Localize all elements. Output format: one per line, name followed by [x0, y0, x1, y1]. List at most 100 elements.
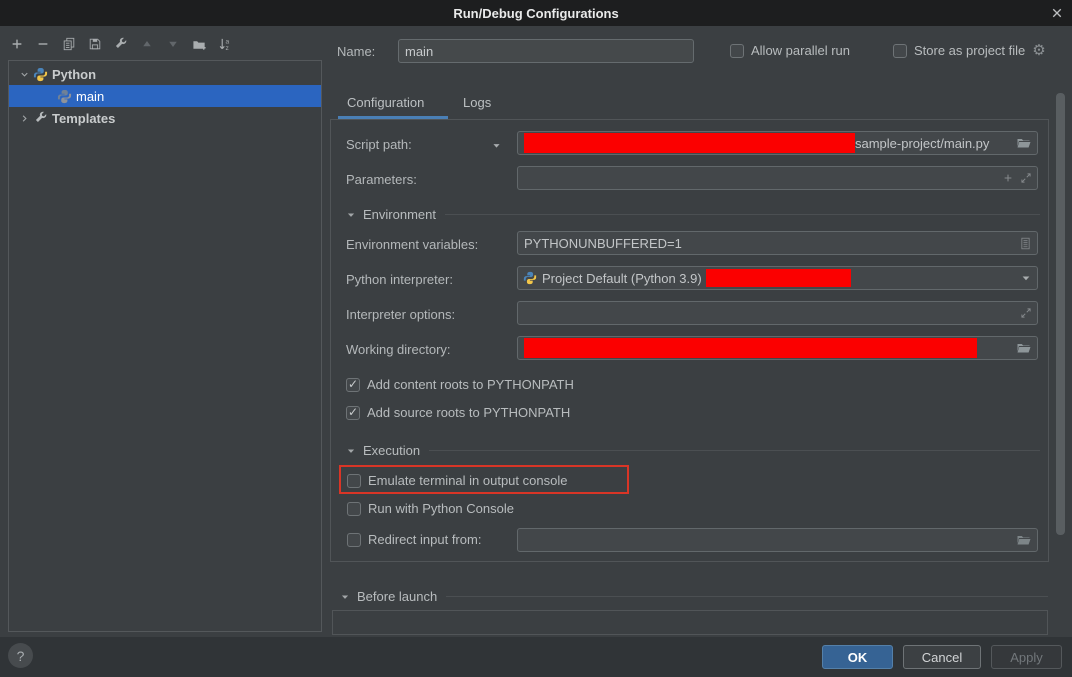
redaction-overlay — [706, 269, 851, 287]
checkbox-checked-icon[interactable] — [346, 378, 360, 392]
expand-field-icon[interactable] — [1020, 172, 1032, 184]
edit-templates-icon[interactable] — [110, 33, 132, 55]
run-with-python-console-checkbox[interactable]: Run with Python Console — [347, 501, 514, 516]
copy-configuration-icon[interactable] — [58, 33, 80, 55]
before-launch-section-header[interactable]: Before launch — [340, 589, 1048, 604]
environment-variables-field[interactable]: PYTHONUNBUFFERED=1 — [517, 231, 1038, 255]
wrench-icon — [33, 111, 48, 126]
redirect-input-label: Redirect input from: — [368, 532, 481, 547]
script-path-field[interactable]: sample-project/main.py — [517, 131, 1038, 155]
python-logo-icon — [523, 271, 537, 285]
help-icon: ? — [17, 648, 25, 664]
working-directory-label: Working directory: — [346, 342, 451, 357]
browse-folder-icon[interactable] — [1016, 340, 1032, 356]
parameters-label: Parameters: — [346, 172, 417, 187]
add-macro-icon[interactable] — [1002, 172, 1014, 184]
cancel-button[interactable]: Cancel — [903, 645, 981, 669]
checkbox-icon[interactable] — [893, 44, 907, 58]
add-configuration-icon[interactable] — [6, 33, 28, 55]
tree-item-main[interactable]: main — [9, 85, 321, 107]
svg-text:z: z — [225, 45, 228, 52]
tab-logs[interactable]: Logs — [463, 95, 491, 110]
allow-parallel-run-checkbox[interactable]: Allow parallel run — [730, 43, 850, 58]
expand-field-icon[interactable] — [1020, 307, 1032, 319]
redaction-overlay — [524, 338, 977, 358]
section-collapse-icon[interactable] — [346, 209, 358, 221]
name-label: Name: — [337, 44, 375, 59]
section-title: Before launch — [357, 589, 437, 604]
before-launch-list-panel — [332, 610, 1048, 635]
checkbox-checked-icon[interactable] — [346, 406, 360, 420]
dialog-title: Run/Debug Configurations — [453, 6, 618, 21]
script-path-dropdown-icon[interactable] — [491, 140, 502, 151]
working-directory-field[interactable] — [517, 336, 1038, 360]
environment-variables-label: Environment variables: — [346, 237, 478, 252]
section-title: Environment — [363, 207, 436, 222]
chevron-down-icon[interactable] — [17, 67, 31, 81]
checkbox-icon[interactable] — [347, 474, 361, 488]
allow-parallel-run-label: Allow parallel run — [751, 43, 850, 58]
python-logo-muted-icon — [57, 89, 72, 104]
chevron-right-icon[interactable] — [17, 111, 31, 125]
script-path-label: Script path: — [346, 137, 412, 152]
environment-section-header[interactable]: Environment — [346, 207, 1040, 222]
checkbox-icon[interactable] — [347, 533, 361, 547]
sort-alphabetically-icon[interactable]: az — [214, 33, 236, 55]
run-with-python-console-label: Run with Python Console — [368, 501, 514, 516]
add-content-roots-checkbox[interactable]: Add content roots to PYTHONPATH — [346, 377, 574, 392]
section-rule — [446, 596, 1048, 597]
checkbox-icon[interactable] — [730, 44, 744, 58]
section-rule — [445, 214, 1040, 215]
section-collapse-icon[interactable] — [346, 445, 358, 457]
checkbox-icon[interactable] — [347, 502, 361, 516]
python-interpreter-value: Project Default (Python 3.9) — [542, 271, 702, 286]
redirect-input-field[interactable] — [517, 528, 1038, 552]
section-collapse-icon[interactable] — [340, 591, 352, 603]
gear-icon[interactable]: ⚙ — [1032, 43, 1045, 58]
section-title: Execution — [363, 443, 420, 458]
dialog-titlebar: Run/Debug Configurations — [0, 0, 1072, 26]
browse-folder-icon[interactable] — [1016, 135, 1032, 151]
name-input[interactable] — [398, 39, 694, 63]
tree-group-label: Python — [52, 67, 96, 82]
close-icon[interactable] — [1049, 5, 1065, 21]
store-as-project-file-label: Store as project file — [914, 43, 1025, 58]
emulate-terminal-checkbox[interactable]: Emulate terminal in output console — [347, 473, 567, 488]
help-button[interactable]: ? — [8, 643, 33, 668]
tree-group-templates[interactable]: Templates — [9, 107, 321, 129]
redaction-overlay — [524, 133, 855, 153]
environment-variables-value: PYTHONUNBUFFERED=1 — [524, 236, 682, 251]
browse-folder-icon[interactable] — [1016, 532, 1032, 548]
interpreter-options-label: Interpreter options: — [346, 307, 455, 322]
python-logo-icon — [33, 67, 48, 82]
chevron-down-icon[interactable] — [1020, 272, 1032, 284]
redirect-input-checkbox[interactable]: Redirect input from: — [347, 532, 481, 547]
configurations-tree: Python main Templates — [8, 60, 322, 632]
vertical-scrollbar[interactable] — [1056, 93, 1065, 535]
python-interpreter-select[interactable]: Project Default (Python 3.9) — [517, 266, 1038, 290]
script-path-value: sample-project/main.py — [855, 136, 989, 151]
apply-button: Apply — [991, 645, 1062, 669]
emulate-terminal-label: Emulate terminal in output console — [368, 473, 567, 488]
move-down-icon — [162, 33, 184, 55]
add-source-roots-checkbox[interactable]: Add source roots to PYTHONPATH — [346, 405, 570, 420]
edit-variables-icon[interactable] — [1019, 237, 1032, 250]
section-rule — [429, 450, 1040, 451]
store-as-project-file-checkbox[interactable]: Store as project file ⚙ — [893, 43, 1046, 58]
save-configuration-icon[interactable] — [84, 33, 106, 55]
new-folder-icon[interactable] — [188, 33, 210, 55]
ok-button[interactable]: OK — [822, 645, 893, 669]
add-source-roots-label: Add source roots to PYTHONPATH — [367, 405, 570, 420]
add-content-roots-label: Add content roots to PYTHONPATH — [367, 377, 574, 392]
tab-configuration[interactable]: Configuration — [347, 95, 424, 110]
tree-group-label: Templates — [52, 111, 115, 126]
interpreter-options-field[interactable] — [517, 301, 1038, 325]
parameters-field[interactable] — [517, 166, 1038, 190]
tree-item-label: main — [76, 89, 104, 104]
configurations-toolbar: az — [6, 33, 236, 55]
move-up-icon — [136, 33, 158, 55]
remove-configuration-icon[interactable] — [32, 33, 54, 55]
execution-section-header[interactable]: Execution — [346, 443, 1040, 458]
tree-group-python[interactable]: Python — [9, 63, 321, 85]
python-interpreter-label: Python interpreter: — [346, 272, 453, 287]
